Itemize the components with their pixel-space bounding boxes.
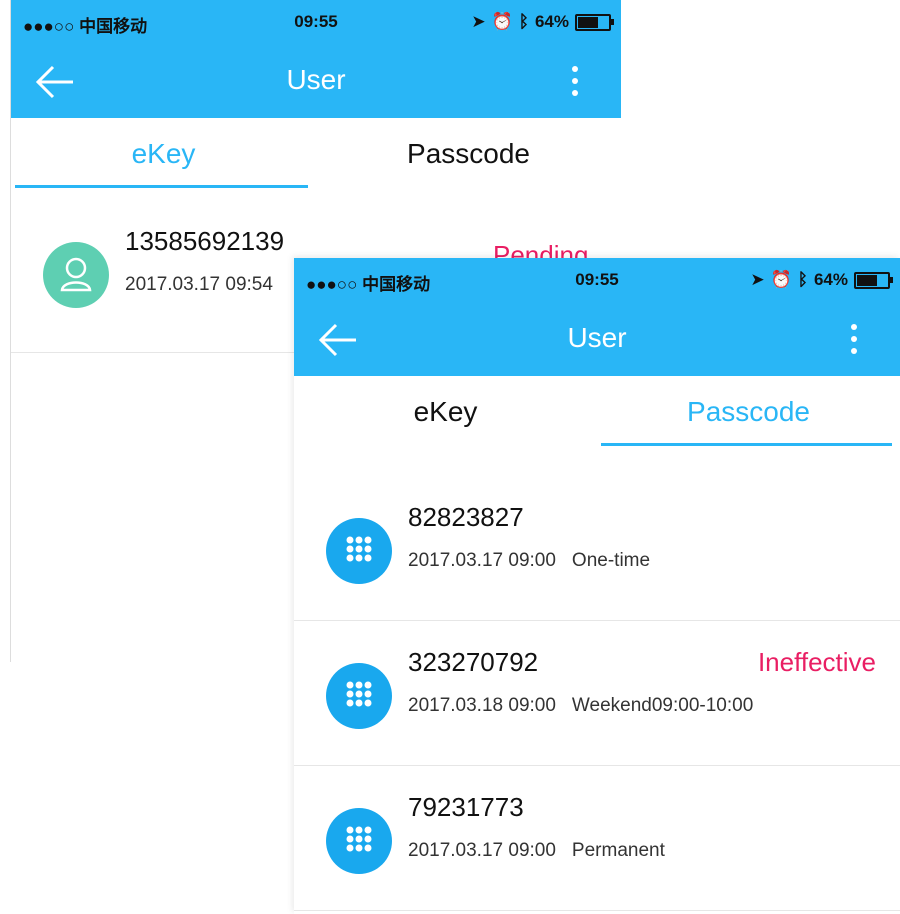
battery-percent: 64% (813, 270, 848, 289)
tab-ekey[interactable]: eKey (294, 376, 597, 448)
list-item[interactable]: 79231773 2017.03.17 09:00 Permanent (294, 766, 900, 911)
tab-passcode[interactable]: Passcode (316, 118, 621, 190)
status-badge: Ineffective (757, 647, 876, 677)
more-options-icon[interactable] (569, 62, 581, 102)
bluetooth-icon: ᛒ (518, 12, 529, 31)
passcode-screen: ●●●○○ 中国移动 09:55 ➤ ⏰ ᛒ 64% User eKey Pas… (294, 258, 900, 914)
tab-passcode[interactable]: Passcode (597, 376, 900, 448)
page-title: User (567, 322, 627, 353)
passcode-meta: 2017.03.18 09:00 Weekend09:00-10:00 (408, 695, 753, 717)
status-bar: ●●●○○ 中国移动 09:55 ➤ ⏰ ᛒ 64% (294, 258, 900, 304)
tab-bar: eKey Passcode (294, 376, 900, 448)
more-options-icon[interactable] (848, 320, 860, 360)
ekey-phone: 13585692139 (125, 226, 285, 256)
tab-active-indicator (601, 443, 892, 446)
battery-icon (854, 271, 893, 289)
alarm-icon: ⏰ (491, 12, 513, 31)
status-bar: ●●●○○ 中国移动 09:55 ➤ ⏰ ᛒ 64% (11, 0, 621, 46)
passcode-type: Permanent (571, 840, 665, 861)
nav-bar: User (294, 304, 900, 376)
passcode-value: 323270792 (408, 647, 539, 677)
passcode-date: 2017.03.17 09:00 (408, 550, 556, 571)
tab-label: Passcode (407, 138, 530, 169)
tab-active-indicator (15, 185, 308, 188)
keypad-icon (326, 663, 392, 729)
location-icon: ➤ (750, 270, 765, 289)
passcode-type: Weekend09:00-10:00 (571, 695, 754, 716)
tab-label: eKey (413, 396, 478, 427)
passcode-date: 2017.03.18 09:00 (408, 695, 556, 716)
passcode-list: 82823827 2017.03.17 09:00 One-time 323270… (294, 476, 900, 911)
ekey-date: 2017.03.17 09:54 (125, 274, 273, 295)
tab-bar: eKey Passcode (11, 118, 621, 190)
user-avatar-icon (43, 242, 109, 308)
passcode-value: 82823827 (408, 502, 524, 532)
battery-icon (575, 13, 614, 31)
bluetooth-icon: ᛒ (797, 270, 808, 289)
tab-ekey[interactable]: eKey (11, 118, 316, 190)
passcode-meta: 2017.03.17 09:00 Permanent (408, 840, 665, 862)
passcode-meta: 2017.03.17 09:00 One-time (408, 550, 650, 572)
battery-percent: 64% (534, 12, 569, 31)
alarm-icon: ⏰ (770, 270, 792, 289)
list-item[interactable]: 82823827 2017.03.17 09:00 One-time (294, 476, 900, 621)
list-item[interactable]: 323270792 2017.03.18 09:00 Weekend09:00-1… (294, 621, 900, 766)
keypad-icon (326, 808, 392, 874)
tab-label: eKey (131, 138, 196, 169)
nav-bar: User (11, 46, 621, 118)
passcode-type: One-time (571, 550, 651, 571)
page-title: User (286, 64, 346, 95)
keypad-icon (326, 518, 392, 584)
location-icon: ➤ (471, 12, 486, 31)
tab-label: Passcode (687, 396, 810, 427)
passcode-value: 79231773 (408, 792, 524, 822)
passcode-date: 2017.03.17 09:00 (408, 840, 556, 861)
